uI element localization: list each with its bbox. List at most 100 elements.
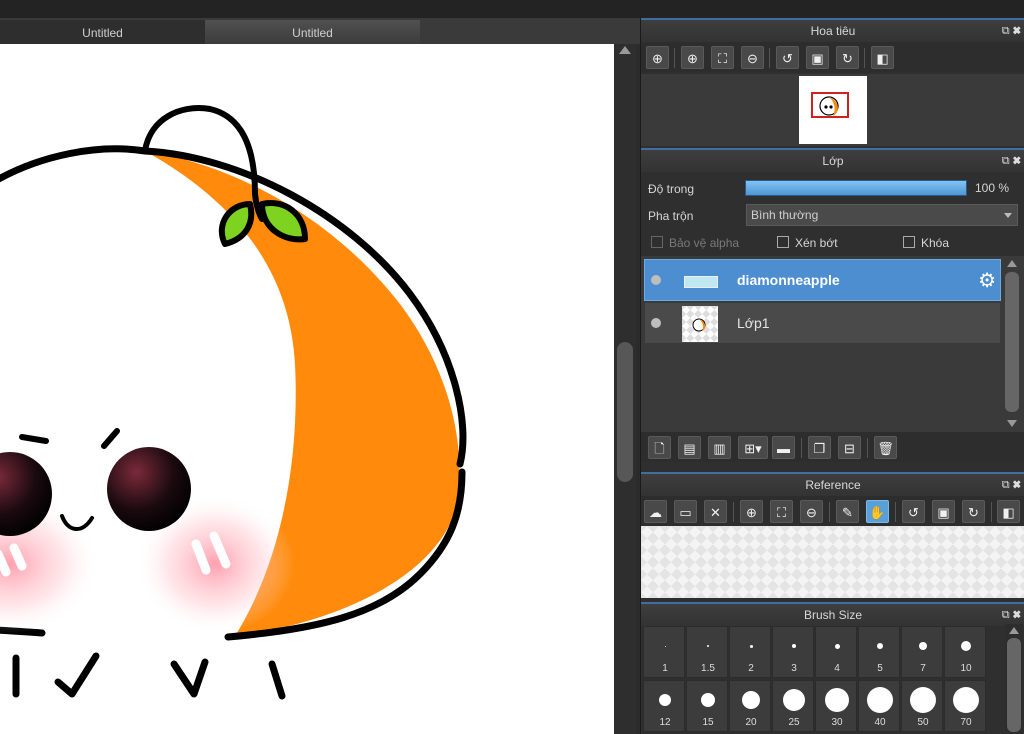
- new-halftone-layer-icon[interactable]: ▥: [708, 436, 731, 459]
- merge-layer-icon[interactable]: ⊟: [838, 436, 861, 459]
- actual-size-icon[interactable]: ▣: [806, 46, 829, 69]
- brush-size-cell[interactable]: 7: [901, 626, 943, 678]
- layer-thumbnail-art: [692, 318, 706, 332]
- zoom-out-icon[interactable]: ⊖: [741, 46, 764, 69]
- undock-icon[interactable]: ⧉: [1002, 609, 1010, 621]
- drawing-canvas[interactable]: [0, 44, 614, 734]
- brush-size-panel-header: Brush Size ⧉ ✖: [641, 602, 1024, 626]
- undock-icon[interactable]: ⧉: [1002, 25, 1010, 37]
- close-icon[interactable]: ✖: [1013, 155, 1021, 167]
- layer-toolbar: 🗋 ▤ ▥ ⊞▾ ▬ ❐ ⊟ 🗑: [641, 432, 1024, 462]
- eyedropper-icon[interactable]: ✎: [836, 500, 859, 523]
- zoom-out-icon[interactable]: ⊖: [800, 500, 823, 523]
- brush-size-cell[interactable]: 70: [944, 680, 986, 732]
- navigator-preview[interactable]: [641, 74, 1024, 146]
- folder-icon[interactable]: ▬: [772, 436, 795, 459]
- brush-size-cell[interactable]: 4: [815, 626, 857, 678]
- flip-icon[interactable]: ◧: [871, 46, 894, 69]
- zoom-in-icon[interactable]: ⊕: [681, 46, 704, 69]
- undock-icon[interactable]: ⧉: [1002, 155, 1010, 167]
- brush-size-cell[interactable]: 10: [944, 626, 986, 678]
- actual-size-icon[interactable]: ▣: [932, 500, 955, 523]
- brush-size-cell[interactable]: 1.5: [686, 626, 728, 678]
- lock-checkbox[interactable]: Khóa: [903, 236, 949, 250]
- cloud-download-icon[interactable]: ☁: [644, 500, 667, 523]
- brush-size-cell[interactable]: 25: [772, 680, 814, 732]
- hand-icon[interactable]: ✋: [866, 500, 889, 523]
- rotate-left-icon[interactable]: ↺: [902, 500, 925, 523]
- canvas-vertical-scrollbar[interactable]: [614, 44, 636, 734]
- gear-icon[interactable]: ⚙: [978, 268, 996, 293]
- fit-icon[interactable]: ⛶: [711, 46, 734, 69]
- brush-dot-icon: [742, 691, 760, 709]
- brush-size-scrollbar[interactable]: [1005, 624, 1023, 734]
- brush-size-cell[interactable]: 30: [815, 680, 857, 732]
- visibility-eye-icon[interactable]: [651, 275, 661, 285]
- scroll-up-icon[interactable]: [1009, 627, 1019, 634]
- brush-dot-icon: [659, 694, 671, 706]
- flip-icon[interactable]: ◧: [997, 500, 1020, 523]
- brush-size-cell[interactable]: 2: [729, 626, 771, 678]
- trash-icon[interactable]: 🗑: [874, 436, 897, 459]
- rotate-right-icon[interactable]: ↻: [836, 46, 859, 69]
- close-icon[interactable]: ✖: [1013, 25, 1021, 37]
- scroll-up-icon[interactable]: [619, 46, 631, 54]
- visibility-eye-icon[interactable]: [651, 318, 661, 328]
- close-image-icon[interactable]: ✕: [704, 500, 727, 523]
- layer-item-lop1[interactable]: Lớp1: [644, 302, 1001, 344]
- document-tab-bar: Untitled Untitled: [0, 18, 640, 44]
- protect-alpha-checkbox[interactable]: Bảo vệ alpha: [651, 236, 739, 250]
- scroll-up-icon[interactable]: [1007, 260, 1017, 267]
- viewport-rectangle[interactable]: [811, 92, 849, 118]
- clipping-label: Xén bớt: [795, 236, 838, 250]
- eye-right: [107, 447, 191, 531]
- brush-size-title: Brush Size: [803, 608, 863, 622]
- navigator-toolbar: ⊕ ⊕ ⛶ ⊖ ↺ ▣ ↻ ◧: [641, 42, 1024, 72]
- brush-size-cell[interactable]: 20: [729, 680, 771, 732]
- open-folder-icon[interactable]: ▭: [674, 500, 697, 523]
- zoom-in-icon[interactable]: ⊕: [646, 46, 669, 69]
- brush-size-label: 12: [659, 717, 671, 728]
- document-tab-1[interactable]: Untitled: [0, 20, 205, 44]
- close-icon[interactable]: ✖: [1013, 609, 1021, 621]
- new-layer-icon[interactable]: 🗋: [648, 436, 671, 459]
- divider: [733, 502, 734, 522]
- new-raster-layer-icon[interactable]: ▤: [678, 436, 701, 459]
- scroll-thumb[interactable]: [1007, 638, 1021, 732]
- clipping-checkbox[interactable]: Xén bớt: [777, 236, 838, 250]
- brush-size-cell[interactable]: 50: [901, 680, 943, 732]
- rotate-left-icon[interactable]: ↺: [776, 46, 799, 69]
- brush-dot-icon: [792, 644, 796, 648]
- divider: [829, 502, 830, 522]
- brush-dot-icon: [834, 643, 840, 649]
- rotate-right-icon[interactable]: ↻: [962, 500, 985, 523]
- brush-size-cell[interactable]: 40: [858, 680, 900, 732]
- brush-size-cell[interactable]: 1: [643, 626, 685, 678]
- brush-size-label: 15: [702, 717, 714, 728]
- scroll-thumb[interactable]: [1005, 272, 1019, 412]
- reference-view[interactable]: [641, 526, 1024, 598]
- blend-mode-select[interactable]: Bình thường: [746, 204, 1018, 226]
- layer-list-scrollbar[interactable]: [1003, 258, 1021, 430]
- scroll-thumb[interactable]: [617, 342, 633, 482]
- document-tab-2[interactable]: Untitled: [205, 20, 420, 44]
- brush-size-cell[interactable]: 12: [643, 680, 685, 732]
- brush-size-label: 70: [960, 717, 972, 728]
- opacity-slider[interactable]: [745, 180, 967, 196]
- opacity-value: 100 %: [975, 181, 1010, 195]
- divider: [991, 502, 992, 522]
- fit-icon[interactable]: ⛶: [770, 500, 793, 523]
- navigator-thumbnail[interactable]: [799, 76, 867, 144]
- brush-size-cell[interactable]: 5: [858, 626, 900, 678]
- brush-size-cell[interactable]: 3: [772, 626, 814, 678]
- zoom-in-icon[interactable]: ⊕: [740, 500, 763, 523]
- undock-icon[interactable]: ⧉: [1002, 479, 1010, 491]
- reference-panel-header: Reference ⧉ ✖: [641, 472, 1024, 496]
- layer-item-diamonneapple[interactable]: diamonneapple ⚙: [644, 259, 1001, 301]
- duplicate-layer-icon[interactable]: ❐: [808, 436, 831, 459]
- brush-size-cell[interactable]: 15: [686, 680, 728, 732]
- add-layer-dropdown-icon[interactable]: ⊞▾: [738, 436, 768, 459]
- scroll-down-icon[interactable]: [1007, 420, 1017, 427]
- close-icon[interactable]: ✖: [1013, 479, 1021, 491]
- divider: [895, 502, 896, 522]
